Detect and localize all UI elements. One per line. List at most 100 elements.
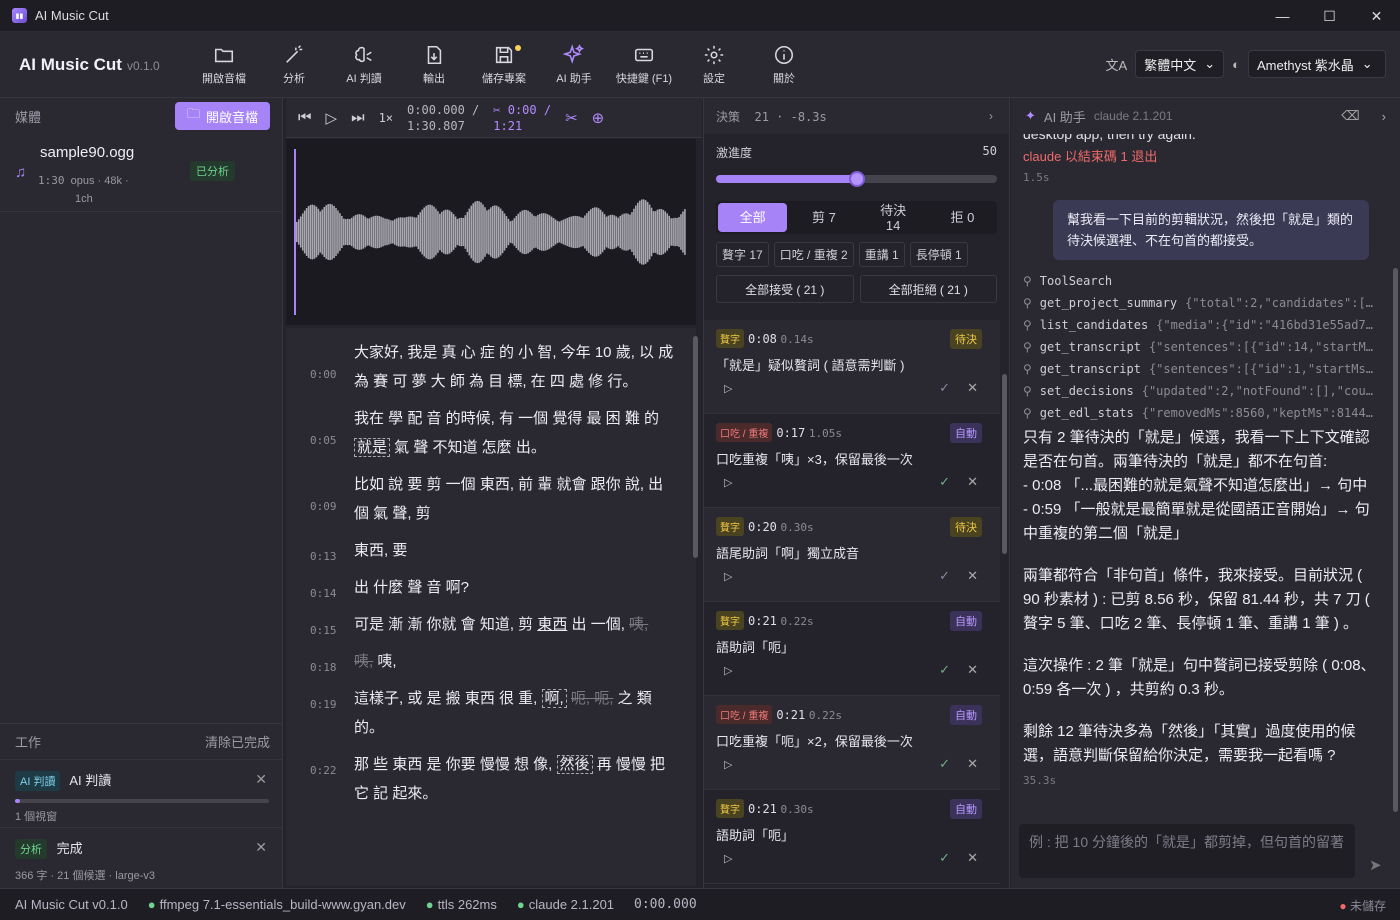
transcript-sentence[interactable]: 0:15 可是 漸 漸 你就 會 知道, 剪 東西 出 一個, 咦,	[286, 610, 696, 639]
tool-call[interactable]: ⚲ list_candidates {"media":{"id":"416bd31e…	[1023, 318, 1379, 332]
reject-icon[interactable]: ✕	[967, 568, 978, 584]
sentence-timestamp[interactable]: 0:00	[310, 360, 337, 389]
analyze-button[interactable]: 分析	[259, 38, 329, 92]
reject-icon[interactable]: ✕	[967, 380, 978, 396]
about-button[interactable]: 關於	[749, 38, 819, 92]
chevron-right-icon[interactable]: ›	[989, 109, 993, 123]
waveform[interactable]	[286, 139, 696, 325]
chip-long-pause[interactable]: 長停頓 1	[909, 242, 968, 267]
scrollbar[interactable]	[1393, 268, 1398, 812]
sentence-timestamp[interactable]: 0:13	[310, 542, 337, 571]
transcript-sentence[interactable]: 0:00 大家好, 我是 真 心 症 的 小 智, 今年 10 歲, 以 成 為 …	[286, 338, 696, 396]
chevron-right-icon[interactable]: ›	[1382, 109, 1386, 124]
maximize-button[interactable]: ☐	[1306, 0, 1353, 32]
play-icon[interactable]: ▷	[326, 109, 338, 127]
accept-icon[interactable]: ✓	[939, 568, 950, 584]
accept-all-button[interactable]: 全部接受 ( 21 )	[716, 275, 854, 303]
slider-track[interactable]	[716, 171, 997, 187]
tool-call[interactable]: ⚲ set_decisions {"updated":2,"notFound":[]…	[1023, 384, 1379, 398]
sentence-timestamp[interactable]: 0:09	[310, 492, 337, 521]
candidate-word[interactable]: 啊,	[541, 689, 567, 708]
sentence-timestamp[interactable]: 0:14	[310, 579, 337, 608]
transcript-sentence[interactable]: 0:05 我在 學 配 音 的時候, 有 一個 覺得 最 困 難 的 就是 氣 聲…	[286, 404, 696, 462]
open-audio-button[interactable]: 開啟音檔	[189, 38, 259, 92]
accept-icon[interactable]: ✓	[939, 380, 950, 396]
tab-reject[interactable]: 拒 0	[928, 201, 997, 234]
scrollbar[interactable]	[693, 336, 698, 558]
play-icon[interactable]: ▷	[724, 664, 732, 677]
play-icon[interactable]: ▷	[724, 570, 732, 583]
tab-all[interactable]: 全部	[718, 203, 788, 232]
scissors-icon[interactable]: ✂	[565, 109, 578, 127]
transcript-sentence[interactable]: 0:19 這樣子, 或 是 搬 東西 很 重, 啊, 呃, 呃, 之 類 的。	[286, 684, 696, 742]
candidate-item[interactable]: 贅字 0:20 0.30s 待決 語尾助詞「啊」獨立成音 ▷ ✓ ✕	[704, 508, 1000, 602]
candidate-item[interactable]: 贅字 0:21 0.30s 自動 語助詞「呃」 ▷ ✓ ✕	[704, 790, 1000, 884]
fast-forward-icon[interactable]: ⏭	[351, 109, 365, 126]
ai-assistant-button[interactable]: AI 助手	[539, 38, 609, 92]
play-icon[interactable]: ▷	[724, 382, 732, 395]
chip-stutter[interactable]: 口吃 / 重複 2	[773, 242, 854, 267]
tab-cut[interactable]: 剪 7	[789, 201, 858, 234]
transcript-text[interactable]: 東西	[537, 616, 567, 633]
reject-icon[interactable]: ✕	[967, 756, 978, 772]
transcript-sentence[interactable]: 0:14 出 什麼 聲 音 啊?	[286, 573, 696, 602]
tool-call[interactable]: ⚲ ToolSearch	[1023, 274, 1379, 288]
play-icon[interactable]: ▷	[724, 852, 732, 865]
aggressiveness-slider[interactable]: 激進度 50	[704, 134, 1009, 187]
tab-pending[interactable]: 待決 14	[859, 201, 928, 234]
theme-select[interactable]: Amethyst 紫水晶 ⌄	[1248, 50, 1386, 78]
candidate-word[interactable]: 然後	[556, 755, 593, 774]
sentence-timestamp[interactable]: 0:18	[310, 653, 337, 682]
chip-filler[interactable]: 贅字 17	[716, 242, 769, 267]
close-button[interactable]: ✕	[1353, 0, 1400, 32]
eraser-icon[interactable]: ⌫	[1341, 108, 1359, 124]
candidate-item[interactable]: 贅字 0:21 0.22s 自動 語助詞「呃」 ▷ ✓ ✕	[704, 602, 1000, 696]
tool-call[interactable]: ⚲ get_project_summary {"total":2,"candidat…	[1023, 296, 1379, 310]
candidate-item[interactable]: 口吃 / 重複 0:17 1.05s 自動 口吃重複「咦」×3，保留最後一次 ▷ ✓ ✕	[704, 414, 1000, 508]
close-icon[interactable]: ✕	[255, 771, 267, 788]
settings-button[interactable]: 設定	[679, 38, 749, 92]
sentence-timestamp[interactable]: 0:05	[310, 426, 337, 455]
ai-input[interactable]: 例 : 把 10 分鐘後的「就是」都剪掉，但句首的留著	[1019, 824, 1355, 878]
save-project-button[interactable]: 儲存專案	[469, 38, 539, 92]
send-icon[interactable]: ➤	[1369, 856, 1382, 874]
chip-retake[interactable]: 重講 1	[858, 242, 905, 267]
transcript-sentence[interactable]: 0:13 東西, 要	[286, 536, 696, 565]
play-icon[interactable]: ▷	[724, 758, 732, 771]
accept-icon[interactable]: ✓	[939, 474, 950, 490]
close-icon[interactable]: ✕	[255, 839, 267, 856]
language-select[interactable]: 繁體中文 ⌄	[1135, 50, 1225, 78]
candidate-word[interactable]: 就是	[354, 438, 391, 457]
transcript-sentence[interactable]: 0:09 比如 說 要 剪 一個 東西, 前 輩 就會 跟你 說, 出 個 氣 聲…	[286, 470, 696, 528]
reject-icon[interactable]: ✕	[967, 662, 978, 678]
clear-done-button[interactable]: 清除已完成	[205, 732, 270, 751]
crosshair-icon[interactable]: ⊕	[592, 109, 605, 127]
tool-call[interactable]: ⚲ get_transcript {"sentences":[{"id":14,"s…	[1023, 340, 1379, 354]
accept-icon[interactable]: ✓	[939, 850, 950, 866]
media-item[interactable]: ♫ sample90.ogg 1:30 opus · 48k · 1ch 已分析	[0, 134, 282, 212]
reject-all-button[interactable]: 全部拒絕 ( 21 )	[859, 275, 997, 303]
tool-call[interactable]: ⚲ get_edl_stats {"removedMs":8560,"keptMs"…	[1023, 406, 1379, 420]
slider-handle[interactable]	[848, 171, 865, 187]
tool-call[interactable]: ⚲ get_transcript {"sentences":[{"id":1,"st…	[1023, 362, 1379, 376]
playhead[interactable]	[294, 149, 296, 315]
play-icon[interactable]: ▷	[724, 476, 732, 489]
scrollbar[interactable]	[1002, 374, 1007, 554]
accept-icon[interactable]: ✓	[939, 662, 950, 678]
export-button[interactable]: 輸出	[399, 38, 469, 92]
transcript-sentence[interactable]: 0:18 咦, 咦,	[286, 647, 696, 676]
ai-judge-button[interactable]: AI 判讀	[329, 38, 399, 92]
sentence-timestamp[interactable]: 0:22	[310, 756, 337, 785]
sentence-timestamp[interactable]: 0:19	[310, 690, 337, 719]
accept-icon[interactable]: ✓	[939, 756, 950, 772]
transcript-sentence[interactable]: 0:22 那 些 東西 是 你要 慢慢 想 像, 然後 再 慢慢 把它 記 起來。	[286, 750, 696, 808]
deleted-word[interactable]: 咦,	[354, 653, 373, 670]
minimize-button[interactable]: —	[1259, 0, 1306, 32]
playback-rate[interactable]: 1×	[379, 111, 393, 125]
rewind-icon[interactable]: ⏮	[298, 109, 312, 126]
sentence-timestamp[interactable]: 0:15	[310, 616, 337, 645]
candidate-item[interactable]: 口吃 / 重複 0:21 0.22s 自動 口吃重複「呃」×2，保留最後一次 ▷ ✓ ✕	[704, 696, 1000, 790]
reject-icon[interactable]: ✕	[967, 850, 978, 866]
media-open-button[interactable]: 🗀 開啟音檔	[174, 102, 270, 130]
deleted-word[interactable]: 咦,	[629, 616, 648, 633]
